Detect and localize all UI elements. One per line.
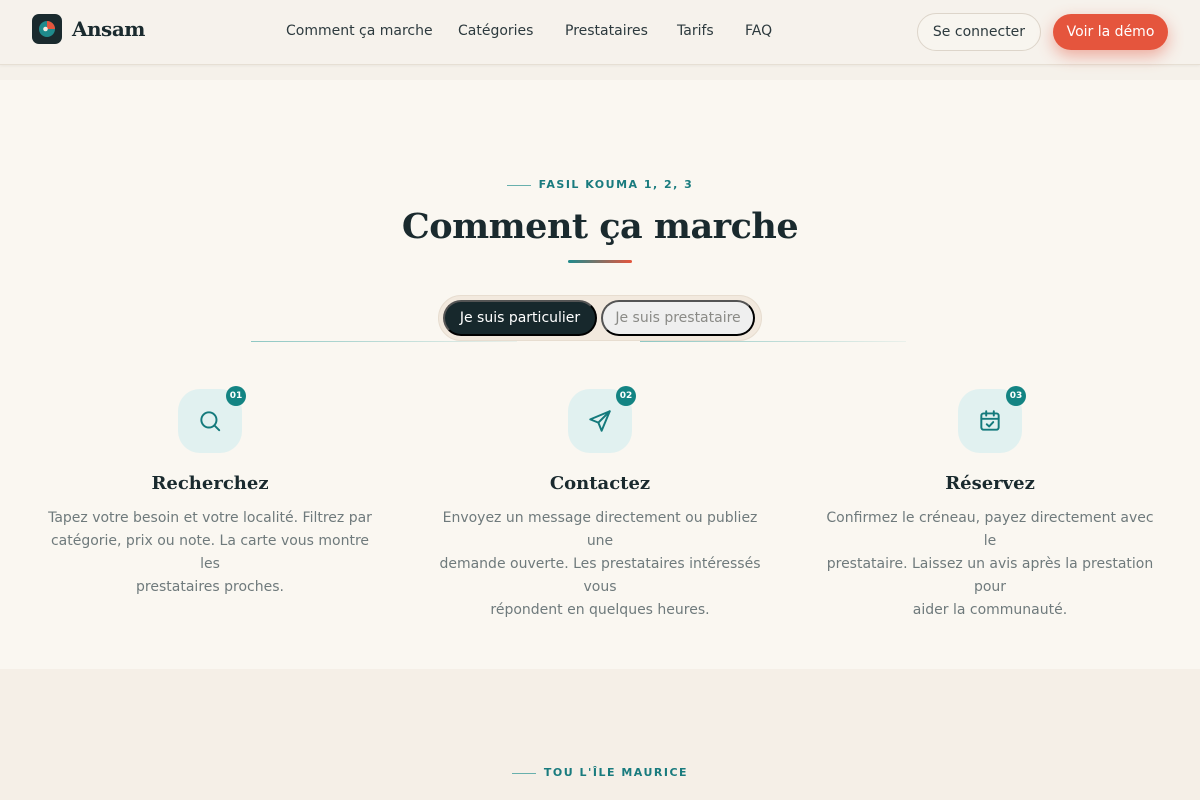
nav-link-how-it-works[interactable]: Comment ça marche (286, 23, 433, 39)
step-connector (640, 341, 906, 342)
step-number-badge: 03 (1006, 386, 1026, 406)
nav-link-pricing[interactable]: Tarifs (677, 23, 714, 39)
step-description: Confirmez le créneau, payez directement … (826, 510, 1154, 618)
title-underline (568, 260, 632, 263)
step-title: Réservez (945, 473, 1035, 494)
nav-link-providers[interactable]: Prestataires (565, 23, 648, 39)
nav-link-faq[interactable]: FAQ (745, 23, 772, 39)
section-title: Comment ça marche (401, 206, 799, 247)
step-number-badge: 01 (226, 386, 246, 406)
step-card: 03 Réservez Confirmez le créneau, payez … (820, 386, 1160, 618)
step-card: 01 Recherchez Tapez votre besoin et votr… (40, 386, 380, 595)
step-card: 02 Contactez Envoyez un message directem… (430, 386, 770, 618)
step-description: Envoyez un message directement ou publie… (439, 510, 761, 618)
demo-button[interactable]: Voir la démo (1053, 14, 1168, 50)
section-eyebrow: FASIL KOUMA 1, 2, 3 (0, 178, 1200, 191)
coverage-section: TOU L'ÎLE MAURICE (0, 669, 1200, 800)
site-header: Ansam Comment ça marche Catégories Prest… (0, 0, 1200, 65)
eyebrow-dash (506, 184, 531, 186)
section-eyebrow: TOU L'ÎLE MAURICE (0, 766, 1200, 779)
login-button[interactable]: Se connecter (917, 13, 1041, 51)
step-connector (251, 341, 517, 342)
nav-link-categories[interactable]: Catégories (458, 23, 533, 39)
eyebrow-dash (511, 772, 536, 774)
step-title: Contactez (549, 473, 651, 494)
step-description: Tapez votre besoin et votre localité. Fi… (48, 510, 372, 595)
toggle-prestataire[interactable]: Je suis prestataire (601, 300, 755, 336)
step-title: Recherchez (151, 473, 269, 494)
toggle-particulier[interactable]: Je suis particulier (443, 300, 597, 336)
step-number-badge: 02 (616, 386, 636, 406)
eyebrow-text: TOU L'ÎLE MAURICE (543, 766, 689, 779)
audience-toggle: Je suis particulier Je suis prestataire (438, 295, 762, 341)
eyebrow-text: FASIL KOUMA 1, 2, 3 (538, 178, 694, 191)
steps-row: 01 Recherchez Tapez votre besoin et votr… (0, 386, 1200, 618)
